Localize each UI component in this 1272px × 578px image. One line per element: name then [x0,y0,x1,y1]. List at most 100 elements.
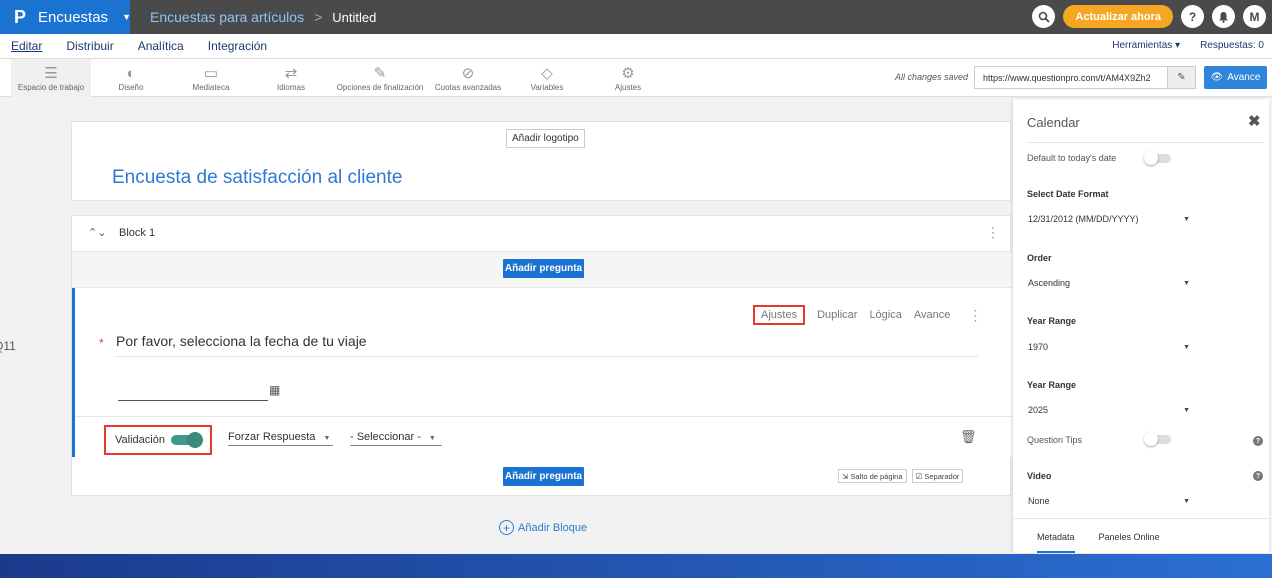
duplicate-link[interactable]: Duplicar [817,309,857,321]
top-bar: P Encuestas ▼ Encuestas para artículos >… [0,0,1272,34]
menu-analitica[interactable]: Analítica [138,39,184,53]
tools-menu[interactable]: Herramientas ▾ [1112,40,1180,51]
force-response-value: Forzar Respuesta [228,431,316,443]
trash-icon[interactable]: 🗑 [960,429,977,445]
tool-settings[interactable]: ⚙ Ajustes [593,59,663,97]
year-range-start-label: Year Range [1027,316,1077,326]
question-settings-link[interactable]: Ajustes [753,305,806,325]
tool-label: Variables [530,82,564,92]
question-menu-icon[interactable]: ⋮ [968,307,982,324]
breadcrumb-separator: > [314,9,323,25]
search-icon[interactable] [1032,5,1056,28]
order-select[interactable]: Ascending ▼ [1028,278,1190,288]
panel-title: Calendar [1027,115,1080,130]
tool-variables[interactable]: ◇ Variables [512,59,582,97]
tab-metadata[interactable]: Metadata [1037,519,1075,553]
collapse-icon[interactable]: ⌃⌄ [88,226,106,239]
palette-icon: ◐ [126,64,136,82]
question-text[interactable]: Por favor, selecciona la fecha de tu via… [116,333,367,349]
required-mark: * [99,336,104,350]
calendar-settings-panel: Calendar ✖ Default to today's date Selec… [1013,99,1269,553]
video-label: Video [1027,471,1052,481]
year-range-end-value: 2025 [1028,405,1049,415]
menu-distribuir[interactable]: Distribuir [66,39,113,53]
block-name[interactable]: Block 1 [119,227,155,239]
upgrade-button[interactable]: Actualizar ahora [1063,5,1173,28]
survey-url-field[interactable]: https://www.questionpro.com/t/AM4X9Zh2 ✎ [974,66,1196,89]
tool-media-library[interactable]: ▭ Mediateca [176,59,246,97]
user-avatar[interactable]: M [1243,5,1266,28]
question-divider [116,356,978,357]
add-block-label: Añadir Bloque [518,521,588,534]
image-icon: ▭ [203,64,219,82]
tool-design[interactable]: ◐ Diseño [95,59,167,97]
add-block-button[interactable]: + Añadir Bloque [499,520,587,535]
force-response-select[interactable]: Forzar Respuesta ▼ [228,431,333,446]
validation-toggle[interactable]: Validación [104,425,212,455]
responses-count[interactable]: Respuestas: 0 [1200,40,1264,51]
tool-label: Ajustes [614,82,642,92]
date-format-value: 12/31/2012 (MM/DD/YYYY) [1028,214,1139,224]
add-question-button-top[interactable]: Añadir pregunta [503,259,584,278]
save-status: All changes saved [895,72,969,82]
product-switcher[interactable]: P Encuestas ▼ [0,0,131,34]
tool-finish-options[interactable]: ✎ Opciones de finalización [333,59,427,97]
tool-label: Idiomas [276,82,305,92]
tag-icon: ◇ [541,64,553,82]
separator-button[interactable]: ☑ Separador [911,469,964,483]
toggle-switch-on[interactable] [170,432,203,448]
product-name: Encuestas [38,8,109,26]
menu-editar[interactable]: Editar [11,39,42,53]
chevron-down-icon: ▼ [428,435,436,442]
menu-integracion[interactable]: Integración [208,39,267,53]
tool-languages[interactable]: ⇄ Idiomas [256,59,326,97]
breadcrumb-folder[interactable]: Encuestas para artículos [150,9,304,25]
date-input[interactable] [118,400,268,401]
advanced-link[interactable]: Avance [914,309,951,321]
preview-button[interactable]: 👁 Avance [1204,66,1267,89]
notifications-bell-icon[interactable] [1212,5,1235,28]
tool-label: Cuotas avanzadas [434,82,502,92]
tool-label: Opciones de finalización [336,82,424,92]
menu-bar: Editar Distribuir Analítica Integración … [0,34,1272,59]
help-icon[interactable]: ? [1253,471,1263,481]
order-label: Order [1027,253,1052,263]
tool-advanced-quotas[interactable]: ⊘ Cuotas avanzadas [433,59,503,97]
add-logo-button[interactable]: Añadir logotipo [506,129,585,148]
chevron-down-icon: ▼ [1183,216,1190,223]
add-question-band-top: Añadir pregunta [72,252,1012,288]
tab-paneles-online[interactable]: Paneles Online [1099,519,1160,553]
logic-link[interactable]: Lógica [869,309,901,321]
pencil-icon[interactable]: ✎ [1167,67,1195,88]
workspace-icon: ☰ [44,64,58,82]
year-range-start-value: 1970 [1028,342,1049,352]
page-break-button[interactable]: ⇲ Salto de página [838,469,907,483]
order-value: Ascending [1028,278,1071,288]
top-actions: Actualizar ahora ? M [1032,5,1266,28]
survey-block: ⌃⌄ Block 1 ⋮ Añadir pregunta Ajustes Dup… [71,215,1012,496]
default-today-toggle[interactable] [1144,151,1171,165]
year-range-end-select[interactable]: 2025 ▼ [1028,405,1190,415]
tool-label: Mediateca [192,82,230,92]
validation-type-select[interactable]: - Seleccionar - ▼ [350,431,442,446]
chevron-down-icon: ▼ [323,435,331,442]
question-number: Q11 [0,339,16,353]
chevron-down-icon: ▼ [1183,498,1190,505]
date-format-select[interactable]: 12/31/2012 (MM/DD/YYYY) ▼ [1028,214,1190,224]
help-icon[interactable]: ? [1181,5,1204,28]
wand-icon: ✎ [373,64,387,82]
checkbox-icon: ☑ [915,471,923,481]
question-tips-toggle[interactable] [1144,432,1171,446]
block-menu-icon[interactable]: ⋮ [986,224,1000,241]
tool-workspace[interactable]: ☰ Espacio de trabajo [11,59,91,97]
question-card[interactable]: Ajustes Duplicar Lógica Avance ⋮ * Por f… [72,288,1012,457]
survey-name[interactable]: Untitled [332,10,376,25]
year-range-start-select[interactable]: 1970 ▼ [1028,342,1190,352]
calendar-icon[interactable]: ▦ [269,383,280,397]
survey-title[interactable]: Encuesta de satisfacción al cliente [112,167,402,189]
add-question-button-bottom[interactable]: Añadir pregunta [503,467,584,486]
panel-divider [1027,142,1263,143]
close-icon[interactable]: ✖ [1248,112,1261,130]
video-select[interactable]: None ▼ [1028,496,1190,506]
help-icon[interactable]: ? [1253,436,1263,446]
